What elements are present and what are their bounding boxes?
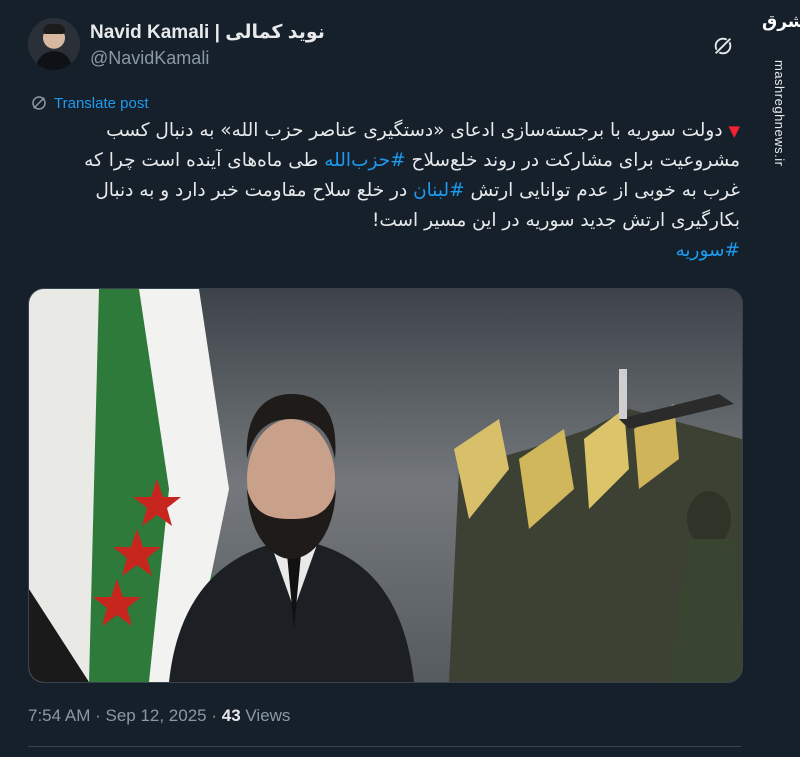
tweet-line-3: غرب به خوبی از عدم توانایی ارتش #لبنان د…	[30, 176, 740, 206]
hashtag-syria[interactable]: #سوریه	[675, 240, 740, 261]
media-illustration	[29, 289, 742, 682]
tweet-line-3-text-a: غرب به خوبی از عدم توانایی ارتش	[464, 180, 740, 201]
translate-post-label: Translate post	[54, 94, 149, 112]
watermark-logo: مشرق	[762, 12, 800, 32]
author-display-name[interactable]: Navid Kamali | نوید کمالی	[90, 21, 325, 44]
tweet-media-image[interactable]	[28, 288, 743, 683]
views-label: Views	[240, 706, 291, 725]
hashtag-hezbollah[interactable]: #حزب‌الله	[324, 150, 405, 171]
timestamp-separator-2: ·	[206, 706, 222, 725]
tweet-card: Navid Kamali | نوید کمالی @NavidKamali T…	[0, 0, 762, 757]
watermark-url: mashreghnews.ir	[772, 60, 787, 167]
translate-post-link[interactable]: Translate post	[30, 94, 149, 112]
tweet-line-2-text-b: طی ماه‌های آینده است چرا که	[84, 150, 325, 171]
grok-icon[interactable]	[712, 35, 734, 57]
tweet-text: ▼ دولت سوریه با برجسته‌سازی ادعای «دستگی…	[30, 116, 740, 266]
author-avatar[interactable]	[28, 18, 80, 70]
tweet-line-3-text-b: در خلع سلاح مقاومت خبر دارد و به دنبال	[95, 180, 414, 201]
red-triangle-icon: ▼	[728, 122, 740, 140]
tweet-line-1: ▼ دولت سوریه با برجسته‌سازی ادعای «دستگی…	[30, 116, 740, 146]
tweet-date: Sep 12, 2025	[105, 706, 207, 725]
tweet-time: 7:54 AM	[28, 706, 91, 725]
tweet-header: Navid Kamali | نوید کمالی @NavidKamali	[28, 14, 748, 74]
tweet-line-4: بکارگیری ارتش جدید سوریه در این مسیر است…	[371, 210, 740, 231]
tweet-timestamp[interactable]: 7:54 AM · Sep 12, 2025 · 43 Views	[28, 706, 290, 726]
globe-icon	[32, 96, 46, 110]
divider	[28, 746, 741, 747]
timestamp-separator: ·	[90, 706, 106, 725]
hashtag-lebanon[interactable]: #لبنان	[413, 180, 465, 201]
tweet-line-5: #سوریه	[30, 236, 740, 266]
author-handle[interactable]: @NavidKamali	[90, 48, 209, 69]
tweet-line-2: مشروعیت برای مشارکت در روند خلع‌سلاح #حز…	[30, 146, 740, 176]
views-count: 43	[221, 706, 241, 725]
tweet-line-1-text: دولت سوریه با برجسته‌سازی ادعای «دستگیری…	[106, 120, 723, 141]
tweet-line-2-text-a: مشروعیت برای مشارکت در روند خلع‌سلاح	[405, 150, 740, 171]
